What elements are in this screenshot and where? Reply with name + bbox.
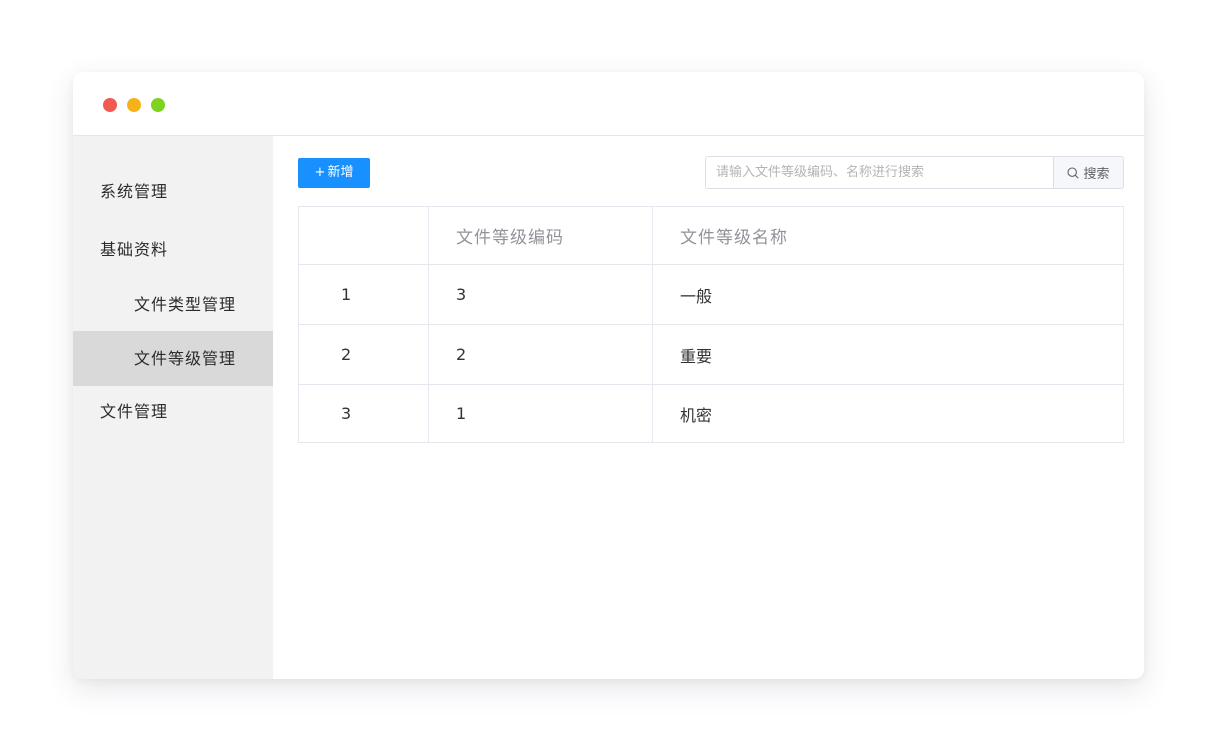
sidebar-item-label: 系统管理 <box>100 182 169 201</box>
row-code-cell: 1 <box>428 384 653 443</box>
add-button[interactable]: + 新增 <box>298 158 370 188</box>
table-row[interactable]: 2 2 重要 <box>298 324 1124 385</box>
row-code-cell: 3 <box>428 264 653 325</box>
sidebar-item-system-management[interactable]: 系统管理 <box>73 164 273 219</box>
sidebar-item-basic-data[interactable]: 基础资料 <box>73 222 273 277</box>
column-header-code: 文件等级编码 <box>428 206 653 265</box>
search-button[interactable]: 搜索 <box>1053 156 1124 189</box>
minimize-window-button[interactable] <box>127 98 141 112</box>
add-button-label: 新增 <box>327 165 354 180</box>
maximize-window-button[interactable] <box>151 98 165 112</box>
search-button-label: 搜索 <box>1083 167 1110 182</box>
search-input[interactable] <box>705 156 1053 189</box>
row-index-cell: 3 <box>298 384 429 443</box>
main-content: +新增 搜索 文件等级编码 文件等级名称 <box>273 136 1144 679</box>
row-name-cell: 一般 <box>652 264 1124 325</box>
sidebar-item-file-type-management[interactable]: 文件类型管理 <box>73 277 273 332</box>
sidebar-item-file-management[interactable]: 文件管理 <box>73 384 273 439</box>
sidebar-item-label: 文件类型管理 <box>134 295 237 314</box>
row-index-cell: 2 <box>298 324 429 385</box>
sidebar-item-label: 基础资料 <box>100 240 169 259</box>
sidebar-item-label: 文件管理 <box>100 402 169 421</box>
row-name-cell: 机密 <box>652 384 1124 443</box>
sidebar-item-file-level-management[interactable]: 文件等级管理 <box>73 331 273 386</box>
plus-icon: + <box>314 165 326 180</box>
table-header-row: 文件等级编码 文件等级名称 <box>298 206 1124 265</box>
table-row[interactable]: 3 1 机密 <box>298 384 1124 443</box>
sidebar: 系统管理 基础资料 文件类型管理 文件等级管理 文件管理 <box>73 136 273 679</box>
title-bar <box>73 72 1144 136</box>
close-window-button[interactable] <box>103 98 117 112</box>
row-name-cell: 重要 <box>652 324 1124 385</box>
column-header-index <box>298 206 429 265</box>
column-header-name: 文件等级名称 <box>652 206 1124 265</box>
app-window: 系统管理 基础资料 文件类型管理 文件等级管理 文件管理 +新增 搜索 <box>73 72 1144 679</box>
sidebar-item-label: 文件等级管理 <box>134 349 237 368</box>
row-code-cell: 2 <box>428 324 653 385</box>
file-level-table: 文件等级编码 文件等级名称 1 3 一般 2 2 重要 3 1 机密 <box>298 206 1124 443</box>
search-icon <box>1067 166 1080 179</box>
row-index-cell: 1 <box>298 264 429 325</box>
table-row[interactable]: 1 3 一般 <box>298 264 1124 325</box>
